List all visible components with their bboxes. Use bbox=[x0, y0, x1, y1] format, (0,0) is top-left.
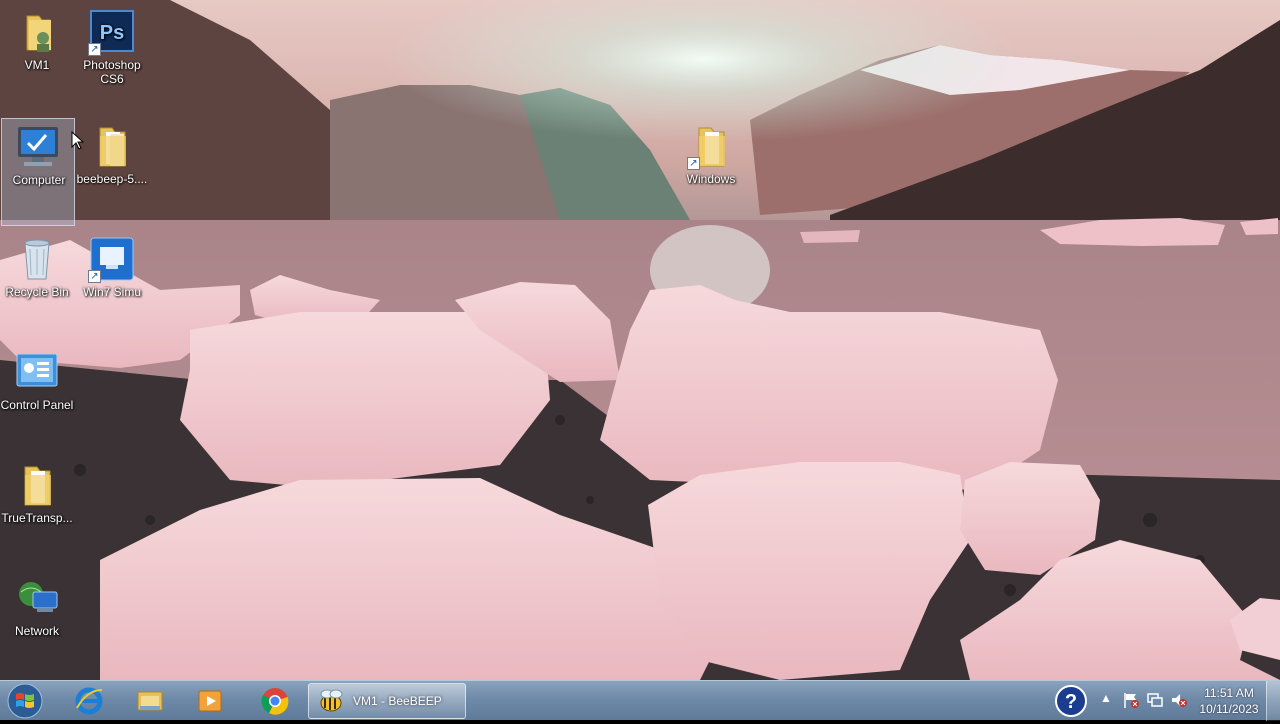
chrome-icon bbox=[261, 688, 289, 715]
shortcut-arrow-icon: ↗ bbox=[88, 43, 101, 56]
beebeep-icon bbox=[320, 689, 343, 712]
desktop-icon-beebeep-folder[interactable]: beebeep-5.... bbox=[75, 118, 149, 226]
desktop-icon-label: Win7 Simu bbox=[82, 285, 141, 299]
recycle-bin-icon bbox=[13, 235, 61, 283]
folder-icon bbox=[88, 122, 136, 170]
desktop-icon-photoshop[interactable]: Ps ↗ Photoshop CS6 bbox=[75, 4, 149, 112]
taskbar-window-beebeep[interactable]: VM1 - BeeBEEP bbox=[308, 683, 466, 719]
wallpaper-landscape bbox=[0, 0, 1280, 680]
clock-time: 11:51 AM bbox=[1204, 686, 1254, 700]
photoshop-icon: Ps ↗ bbox=[88, 8, 136, 56]
win7-simu-icon: ↗ bbox=[88, 235, 136, 283]
desktop-icon-label: beebeep-5.... bbox=[76, 172, 148, 186]
show-hidden-icons[interactable]: ▲ bbox=[1097, 691, 1115, 709]
desktop-icon-computer[interactable]: Computer bbox=[1, 118, 75, 226]
desktop-icon-label: Windows bbox=[686, 172, 736, 186]
mouse-cursor-icon bbox=[71, 131, 85, 150]
desktop-wallpaper bbox=[0, 0, 1280, 680]
shortcut-arrow-icon: ↗ bbox=[88, 270, 101, 283]
desktop-icon-vm1[interactable]: VM1 bbox=[0, 4, 74, 112]
taskbar-window-label: VM1 - BeeBEEP bbox=[353, 694, 442, 708]
action-center-flag-icon[interactable] bbox=[1122, 691, 1140, 709]
internet-explorer-icon bbox=[75, 687, 103, 715]
desktop-icon-label: Control Panel bbox=[0, 398, 74, 412]
taskbar-pin-internet-explorer[interactable] bbox=[62, 683, 116, 719]
desktop-icon-recycle-bin[interactable]: Recycle Bin bbox=[0, 231, 74, 339]
svg-text:?: ? bbox=[1065, 691, 1077, 713]
desktop-icon-control-panel[interactable]: Control Panel bbox=[0, 344, 74, 452]
folder-icon bbox=[13, 461, 61, 509]
folder-shortcut-icon: ↗ bbox=[687, 122, 735, 170]
desktop-icon-win7-simu[interactable]: ↗ Win7 Simu bbox=[75, 231, 149, 339]
windows-start-icon bbox=[7, 683, 43, 719]
desktop-icon-label: VM1 bbox=[24, 58, 50, 72]
network-icon bbox=[13, 574, 61, 622]
control-panel-icon bbox=[13, 348, 61, 396]
taskbar-pin-media-player[interactable] bbox=[183, 683, 237, 719]
svg-text:Ps: Ps bbox=[100, 22, 124, 44]
desktop-icon-label: Network bbox=[14, 624, 59, 638]
desktop-icon-network[interactable]: Network bbox=[0, 570, 74, 678]
system-clock[interactable]: 11:51 AM 10/11/2023 bbox=[1192, 685, 1266, 717]
desktop-icon-truetransp-folder[interactable]: TrueTransp... bbox=[0, 457, 74, 565]
desktop-icon-label: Computer bbox=[12, 173, 66, 187]
start-button[interactable] bbox=[6, 683, 44, 719]
desktop-icon-label: Recycle Bin bbox=[5, 285, 69, 299]
computer-icon bbox=[14, 123, 62, 171]
taskbar-pin-chrome[interactable] bbox=[248, 683, 302, 719]
taskbar: VM1 - BeeBEEP ? ▲ 11:51 AM 10/11/2023 bbox=[0, 680, 1280, 721]
desktop-icon-windows-folder[interactable]: ↗ Windows bbox=[674, 118, 748, 226]
show-desktop-button[interactable] bbox=[1266, 681, 1280, 721]
volume-muted-icon[interactable] bbox=[1170, 691, 1188, 709]
shortcut-arrow-icon: ↗ bbox=[687, 157, 700, 170]
desktop-icon-label: TrueTransp... bbox=[1, 511, 73, 525]
user-folder-icon bbox=[13, 8, 61, 56]
media-player-icon bbox=[198, 690, 222, 712]
desktop-icon-label: Photoshop CS6 bbox=[83, 58, 141, 86]
network-tray-icon[interactable] bbox=[1146, 691, 1164, 709]
taskbar-pin-file-explorer[interactable] bbox=[123, 683, 177, 719]
help-button[interactable]: ? bbox=[1054, 684, 1088, 718]
help-icon: ? bbox=[1055, 685, 1087, 717]
clock-date: 10/11/2023 bbox=[1199, 702, 1259, 716]
file-explorer-icon bbox=[137, 691, 163, 711]
